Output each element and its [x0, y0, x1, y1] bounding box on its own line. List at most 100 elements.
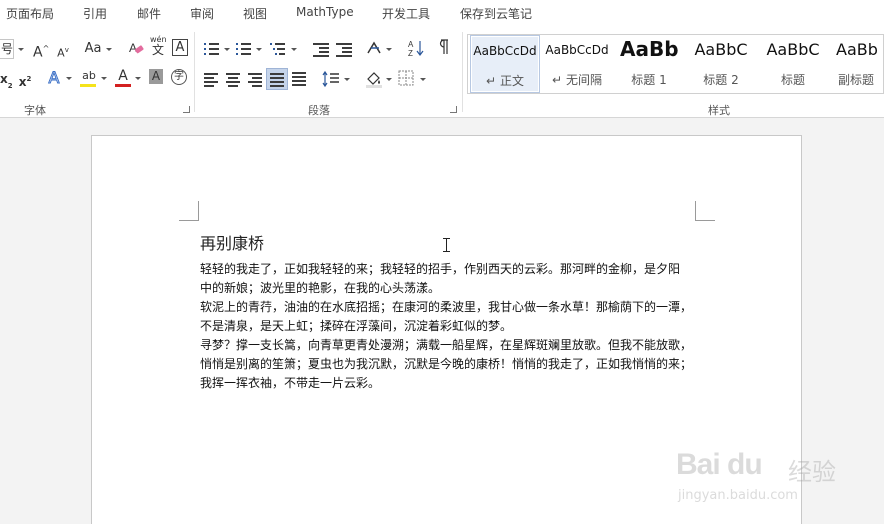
line-spacing-dropdown-arrow[interactable]: [344, 78, 350, 81]
style-title-label: 标题: [780, 73, 805, 87]
change-case-dropdown-arrow[interactable]: [106, 48, 112, 51]
body-line[interactable]: 我挥一挥衣袖，不带走一片云彩。: [200, 374, 700, 393]
shrink-font-button[interactable]: Av: [56, 41, 70, 60]
superscript-button[interactable]: x2: [18, 70, 32, 89]
svg-text:A: A: [408, 40, 414, 49]
style-normal[interactable]: AaBbCcDd ↵ 正文: [470, 35, 540, 93]
style-title[interactable]: AaBbC 标题: [760, 35, 826, 93]
subscript-base: x: [0, 72, 8, 86]
style-no-spacing[interactable]: AaBbCcDd ↵ 无间隔: [542, 35, 612, 93]
shading-dropdown-arrow[interactable]: [386, 78, 392, 81]
font-color-dropdown-arrow[interactable]: [135, 77, 141, 80]
body-line[interactable]: 软泥上的青荇，油油的在水底招摇；在康河的柔波里，我甘心做一条水草！那榆荫下的一潭…: [200, 298, 700, 317]
font-color-bar: [115, 84, 131, 87]
group-separator: [462, 32, 463, 112]
align-left-icon[interactable]: [204, 72, 220, 87]
sort-icon[interactable]: A Z: [408, 39, 424, 57]
font-size-dropdown-arrow[interactable]: [18, 48, 24, 51]
increase-indent-icon[interactable]: [336, 42, 352, 57]
bullets-dropdown-arrow[interactable]: [224, 48, 230, 51]
justify-icon: [270, 72, 286, 87]
style-title-sample: AaBbC: [766, 40, 820, 59]
borders-icon[interactable]: [398, 70, 414, 86]
paragraph-mark-icon: ↵: [486, 74, 497, 88]
menu-bar: 页面布局 引用 邮件 审阅 视图 MathType 开发工具 保存到云笔记: [0, 0, 884, 26]
paragraph-dialog-launcher-icon[interactable]: [450, 106, 457, 113]
styles-group-label: 样式: [708, 104, 730, 117]
tab-save-to-cloud-notes[interactable]: 保存到云笔记: [460, 5, 532, 22]
styles-gallery: AaBbCcDd ↵ 正文 AaBbCcDd ↵ 无间隔 AaBb 标题 1 A…: [467, 34, 884, 94]
shading-icon[interactable]: [364, 69, 384, 89]
ribbon: 号 A^ Av Aa A wén 文 A x2 x2 A ab A A 字 字体: [0, 26, 884, 118]
body-line[interactable]: 不是清泉，是天上虹；揉碎在浮藻间，沉淀着彩虹似的梦。: [200, 317, 700, 336]
group-separator: [194, 32, 195, 112]
tab-view[interactable]: 视图: [243, 5, 267, 22]
justify-button[interactable]: [266, 68, 288, 90]
subscript-mark: 2: [7, 82, 13, 91]
bullets-icon[interactable]: [204, 42, 220, 56]
style-heading-1-sample: AaBb: [620, 37, 679, 61]
enclose-characters-button[interactable]: 字: [171, 69, 187, 85]
style-subtitle-label: 副标题: [838, 73, 875, 87]
highlight-dropdown-arrow[interactable]: [101, 77, 107, 80]
character-border-button[interactable]: A: [172, 39, 188, 56]
watermark-logo: Bai du: [676, 448, 763, 481]
tab-page-layout[interactable]: 页面布局: [6, 5, 54, 22]
crop-mark-top-right: [695, 201, 715, 221]
align-center-icon[interactable]: [226, 72, 242, 87]
tab-review[interactable]: 审阅: [190, 5, 214, 22]
tab-developer[interactable]: 开发工具: [382, 5, 430, 22]
style-normal-sample: AaBbCcDd: [473, 44, 537, 58]
body-line[interactable]: 悄悄是别离的笙箫；夏虫也为我沉默，沉默是今晚的康桥！悄悄的我走了，正如我悄悄的来…: [200, 355, 700, 374]
chinese-layout-dropdown-arrow[interactable]: [386, 48, 392, 51]
numbering-icon[interactable]: [236, 42, 252, 56]
style-no-spacing-label: ↵ 无间隔: [552, 73, 602, 87]
change-case-button[interactable]: Aa: [84, 40, 102, 58]
font-dialog-launcher-icon[interactable]: [183, 106, 190, 113]
watermark-url: jingyan.baidu.com: [678, 488, 798, 503]
style-subtitle[interactable]: AaBb 副标题: [832, 35, 884, 93]
body-line[interactable]: 中的新娘；波光里的艳影，在我的心头荡漾。: [200, 279, 700, 298]
chinese-layout-icon[interactable]: [366, 40, 384, 56]
style-heading-2-sample: AaBbC: [694, 40, 748, 59]
clear-formatting-icon[interactable]: A: [128, 40, 144, 56]
text-cursor-icon: [443, 238, 450, 252]
highlight-button[interactable]: ab: [80, 67, 98, 85]
font-color-button[interactable]: A: [116, 67, 130, 85]
line-spacing-icon[interactable]: [322, 70, 340, 88]
document-title[interactable]: 再别康桥: [200, 230, 264, 254]
borders-dropdown-arrow[interactable]: [420, 78, 426, 81]
grow-font-button[interactable]: A^: [33, 40, 49, 61]
style-heading-2[interactable]: AaBbC 标题 2: [688, 35, 754, 93]
phonetic-guide-button[interactable]: 文: [150, 43, 166, 61]
baidu-jingyan-watermark: Bai du 经验 jingyan.baidu.com: [676, 448, 876, 508]
text-effects-dropdown-arrow[interactable]: [66, 77, 72, 80]
tab-mailings[interactable]: 邮件: [137, 5, 161, 22]
tab-references[interactable]: 引用: [83, 5, 107, 22]
distributed-icon[interactable]: [292, 72, 308, 86]
body-line[interactable]: 轻轻的我走了，正如我轻轻的来；我轻轻的招手，作别西天的云彩。那河畔的金柳，是夕阳: [200, 260, 700, 279]
character-shading-button[interactable]: A: [149, 69, 163, 84]
multilevel-list-dropdown-arrow[interactable]: [291, 48, 297, 51]
show-hide-marks-icon[interactable]: [438, 39, 450, 57]
style-heading-1[interactable]: AaBb 标题 1: [616, 35, 682, 93]
numbering-dropdown-arrow[interactable]: [256, 48, 262, 51]
multilevel-list-icon[interactable]: [270, 42, 286, 56]
svg-text:Z: Z: [408, 49, 413, 57]
shrink-font-icon: A: [57, 46, 65, 60]
font-group-label: 字体: [24, 104, 46, 117]
decrease-indent-icon[interactable]: [313, 42, 329, 57]
font-size-combo[interactable]: 号: [0, 39, 14, 59]
align-right-icon[interactable]: [248, 72, 264, 87]
tab-mathtype[interactable]: MathType: [296, 5, 354, 19]
text-effects-button[interactable]: A: [46, 68, 62, 87]
style-normal-label: ↵ 正文: [486, 74, 524, 88]
paragraph-group-label: 段落: [308, 104, 330, 117]
grow-font-icon: A: [33, 44, 43, 61]
style-subtitle-sample: AaBb: [836, 40, 878, 59]
document-body[interactable]: 轻轻的我走了，正如我轻轻的来；我轻轻的招手，作别西天的云彩。那河畔的金柳，是夕阳…: [200, 260, 700, 393]
style-heading-1-label: 标题 1: [631, 73, 667, 87]
watermark-text: 经验: [788, 458, 836, 486]
body-line[interactable]: 寻梦？撑一支长篙，向青草更青处漫溯；满载一船星辉，在星辉斑斓里放歌。但我不能放歌…: [200, 336, 700, 355]
subscript-button[interactable]: x2: [0, 70, 13, 91]
